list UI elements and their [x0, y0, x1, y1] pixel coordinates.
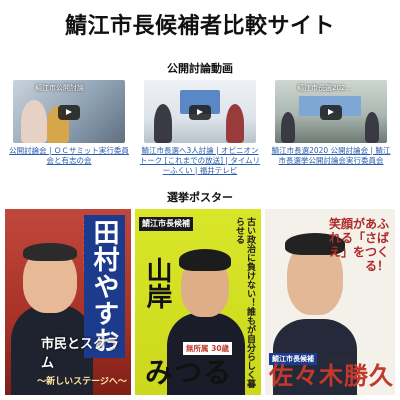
- poster-list: 鯖江市長候補者 田村やすお 市民とスクラム 〜新しいステージへ〜 鯖江市長候補 …: [5, 209, 395, 395]
- poster-subtitle: 〜新しいステージへ〜: [37, 377, 127, 387]
- video-link-1[interactable]: 公開討論会 | ＯＣサミット実行委員会と有志の会: [8, 146, 130, 166]
- poster-role: 鯖江市長候補: [139, 217, 193, 231]
- video-link-3[interactable]: 鯖江市長選2020 公開討論会 | 鯖江市長選挙公開討論会実行委員会: [270, 146, 392, 166]
- video-card-2: 鯖江市長選へ3人討論 | オピニオントーク [これまでの放送] | タイムリーふ…: [139, 80, 261, 176]
- speaker-figure: [226, 104, 244, 143]
- video-card-1: 鯖江市公開討論 公開討論会 | ＯＣサミット実行委員会と有志の会: [8, 80, 130, 176]
- poster-candidate-3[interactable]: 笑顔があふれる「さばえ」をつくる！ 鯖江市長候補 かつひさ 佐々木勝久: [265, 209, 395, 395]
- poster-candidate-2[interactable]: 鯖江市長候補 古い政治に負けない！誰もが自分らしく暮らせる 山岸 無所属 30歳…: [135, 209, 261, 395]
- speaker-figure: [21, 100, 47, 143]
- page-title: 鯖江市長候補者比較サイト: [64, 14, 335, 39]
- play-icon[interactable]: [189, 104, 211, 120]
- candidate-hair: [179, 249, 231, 271]
- video-thumbnail-3[interactable]: 鯖江市長選202...: [275, 80, 387, 143]
- video-thumbnail-caption: 鯖江市公開討論: [35, 84, 84, 92]
- speaker-figure: [365, 112, 379, 143]
- play-icon[interactable]: [58, 104, 80, 120]
- poster-heading: 選挙ポスター: [167, 191, 233, 204]
- poster-name-family: 山岸: [142, 257, 172, 309]
- video-thumbnail-caption: 鯖江市長選202...: [297, 84, 353, 92]
- poster-name-given: みつる: [145, 356, 233, 389]
- video-card-3: 鯖江市長選202... 鯖江市長選2020 公開討論会 | 鯖江市長選挙公開討論…: [270, 80, 392, 176]
- poster-name: 佐々木勝久: [269, 362, 394, 390]
- speaker-figure: [281, 112, 295, 143]
- candidate-hair: [23, 243, 77, 261]
- play-icon[interactable]: [320, 104, 342, 120]
- video-thumbnail-1[interactable]: 鯖江市公開討論: [13, 80, 125, 143]
- poster-slogan: 市民とスクラム: [41, 337, 120, 371]
- debate-video-heading: 公開討論動画: [167, 62, 233, 75]
- video-thumbnail-2[interactable]: [144, 80, 256, 143]
- poster-slogan: 笑顔があふれる「さばえ」をつくる！: [329, 217, 390, 273]
- debate-video-list: 鯖江市公開討論 公開討論会 | ＯＣサミット実行委員会と有志の会 鯖江市長選へ3…: [8, 80, 392, 176]
- poster-slogan: 古い政治に負けない！誰もが自分らしく暮らせる: [234, 217, 255, 388]
- speaker-figure: [154, 104, 172, 143]
- poster-candidate-1[interactable]: 鯖江市長候補者 田村やすお 市民とスクラム 〜新しいステージへ〜: [5, 209, 131, 395]
- video-link-2[interactable]: 鯖江市長選へ3人討論 | オピニオントーク [これまでの放送] | タイムリーふ…: [139, 146, 261, 176]
